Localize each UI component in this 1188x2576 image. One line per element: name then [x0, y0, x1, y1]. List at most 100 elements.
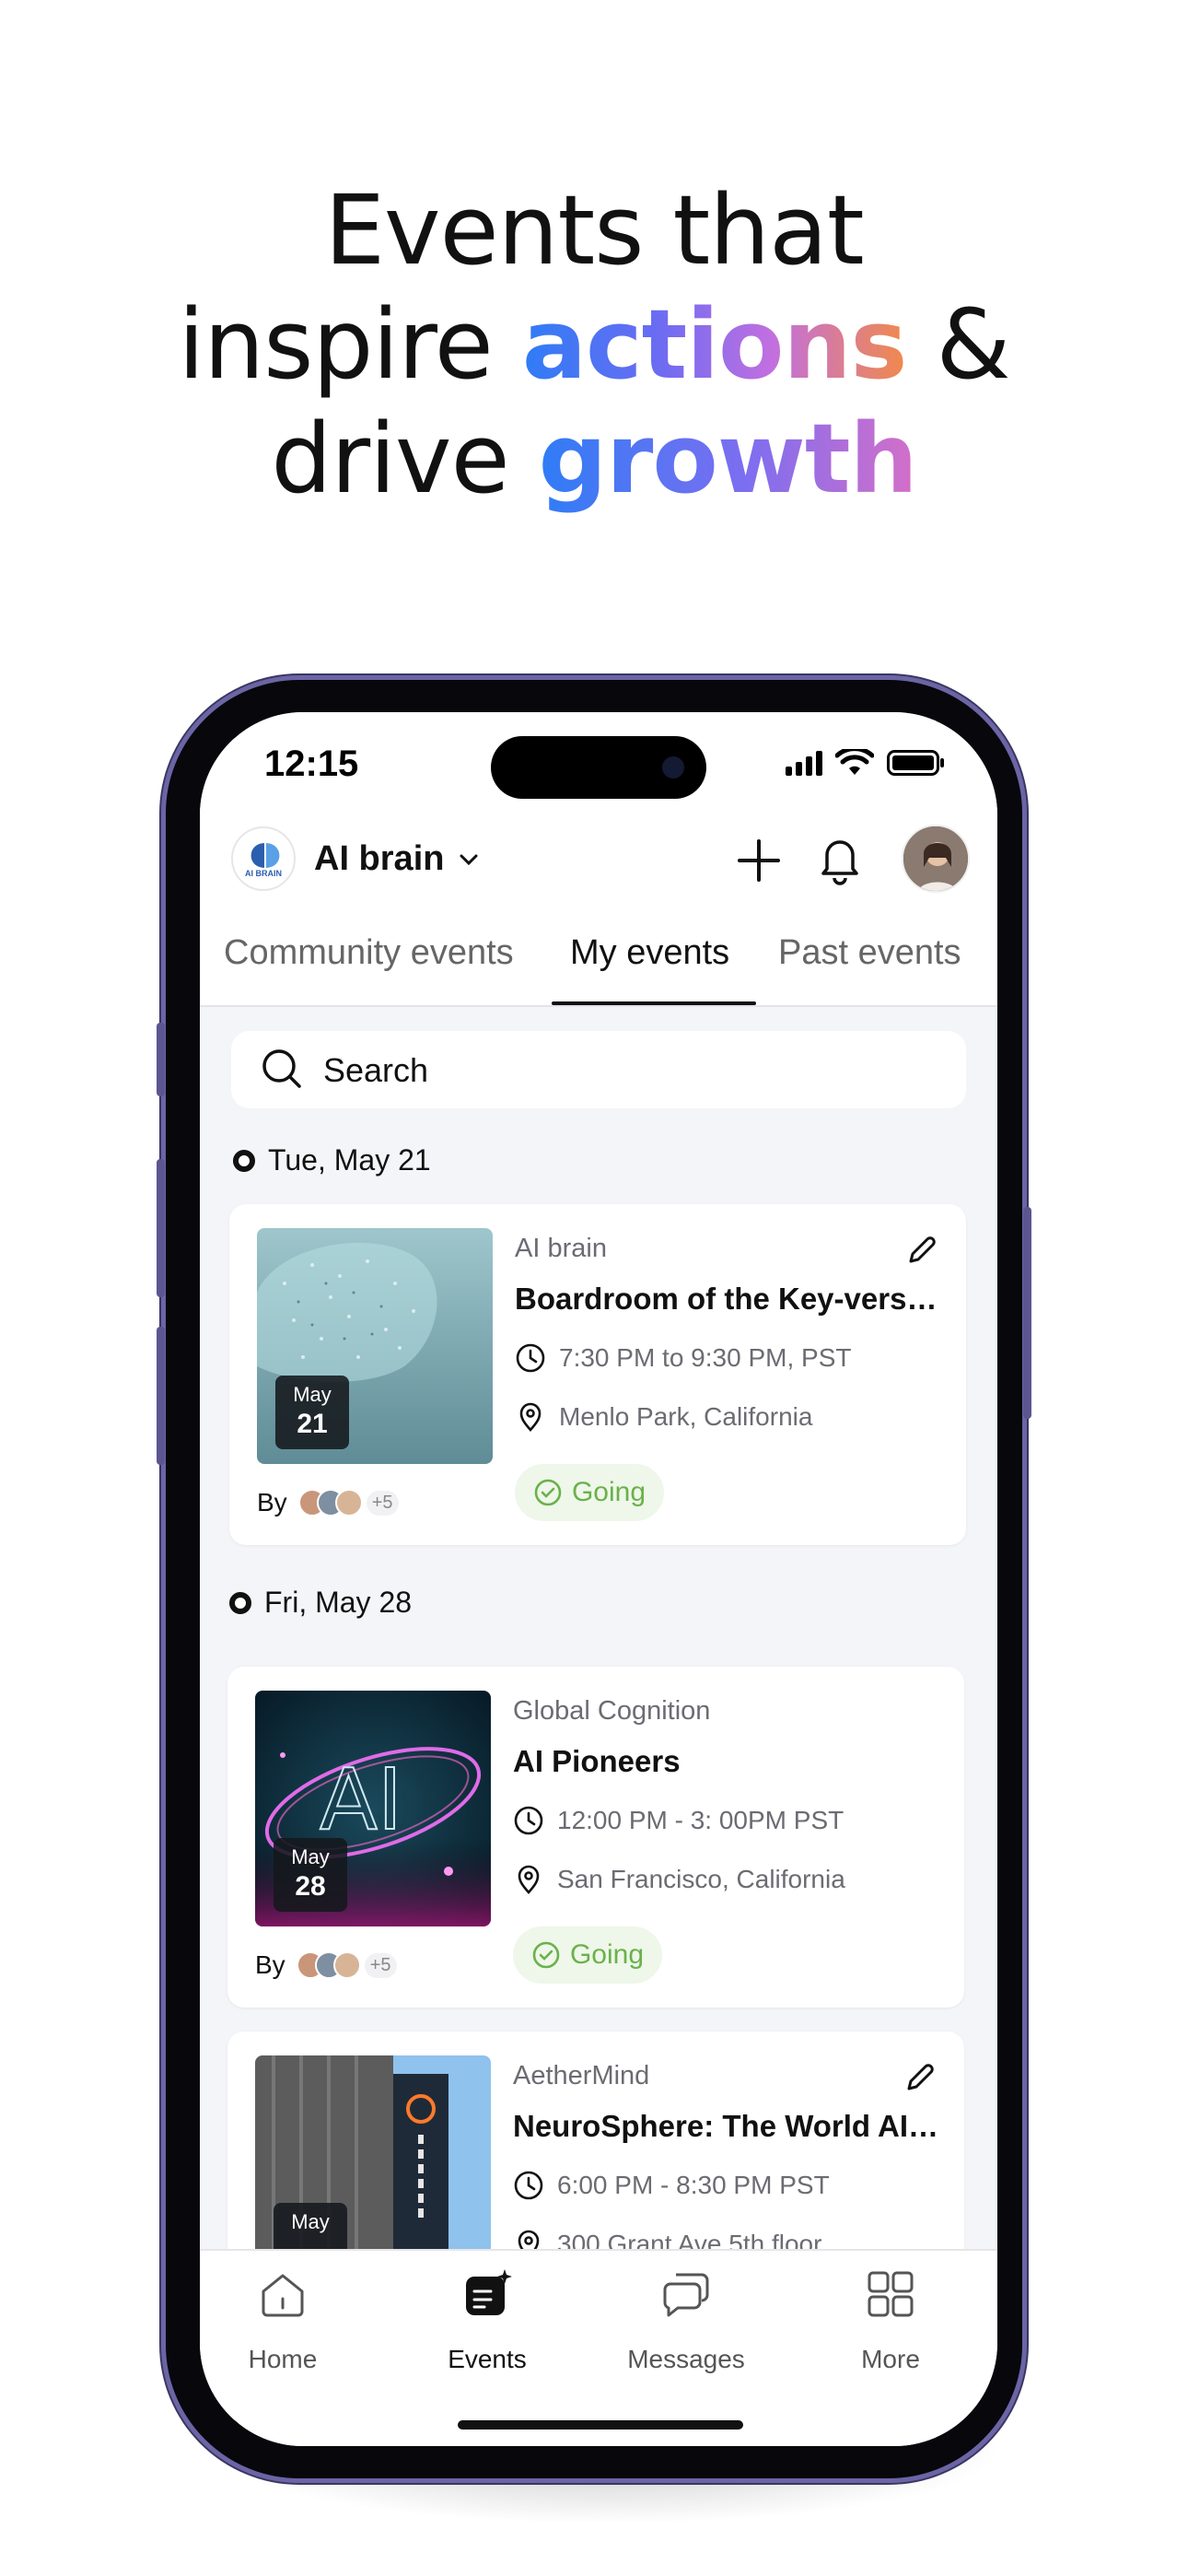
events-tabs: Community events My events Past events [200, 917, 997, 1007]
event-title[interactable]: Boardroom of the Key-verse: The Exec Sum… [515, 1282, 944, 1317]
chevron-down-icon[interactable] [456, 847, 482, 872]
check-circle-icon [532, 1941, 560, 1969]
volume-up-button [157, 1159, 165, 1297]
headline-text: & [906, 288, 1010, 401]
location-pin-icon [519, 1402, 542, 1432]
search-input[interactable]: Search [231, 1031, 966, 1108]
event-location-text: San Francisco, California [557, 1865, 845, 1893]
power-button [1023, 1207, 1031, 1419]
brain-logo-icon [250, 843, 280, 868]
svg-text:AI: AI [320, 1751, 402, 1849]
hosted-by: By +5 [255, 1950, 397, 1980]
event-time-text: 6:00 PM - 8:30 PM PST [557, 2171, 830, 2199]
avatar-image [903, 826, 968, 891]
event-time: 12:00 PM - 3: 00PM PST [513, 1805, 844, 1836]
headline-line-1: Events that [324, 174, 864, 287]
by-label: By [257, 1488, 287, 1516]
signal-icon [786, 750, 822, 776]
nav-events-label: Events [448, 2345, 527, 2373]
app-header: AI BRAIN AI brain [200, 815, 997, 917]
host-avatar [332, 1951, 361, 1979]
event-time-text: 7:30 PM to 9:30 PM, PST [559, 1343, 852, 1372]
event-card[interactable]: May 21 AI brain Boardroom of the Key-ver… [229, 1204, 966, 1545]
date-group-header: Fri, May 28 [229, 1586, 412, 1620]
date-group-label: Tue, May 21 [268, 1143, 431, 1177]
date-badge: May 21 [275, 1376, 349, 1449]
location-pin-icon [518, 1865, 540, 1894]
search-icon [262, 1049, 301, 1088]
wifi-icon [835, 749, 874, 775]
nav-messages-label: Messages [627, 2345, 745, 2373]
event-thumbnail: May 21 [257, 1228, 493, 1464]
volume-down-button [157, 1327, 165, 1465]
event-organizer: AetherMind [513, 2061, 650, 2090]
community-logo[interactable]: AI BRAIN [231, 826, 296, 891]
headline-accent-growth: growth [538, 403, 918, 515]
active-tab-indicator [552, 1001, 756, 1005]
host-avatars[interactable]: +5 [297, 1489, 399, 1516]
community-name[interactable]: AI brain [314, 839, 444, 879]
badge-day: 21 [297, 1409, 328, 1439]
status-icons [786, 749, 946, 777]
user-avatar[interactable] [902, 825, 970, 893]
check-circle-icon [534, 1479, 562, 1506]
headline-text: inspire [178, 288, 522, 401]
event-time: 7:30 PM to 9:30 PM, PST [515, 1342, 851, 1374]
edit-pencil-icon[interactable] [902, 2059, 938, 2096]
date-group-label: Fri, May 28 [264, 1586, 413, 1619]
headline-text: drive [271, 403, 539, 515]
event-organizer: Global Cognition [513, 1696, 711, 1726]
rsvp-status-text: Going [571, 1477, 646, 1507]
grid-icon [868, 2271, 914, 2317]
host-avatar [334, 1489, 363, 1516]
event-title[interactable]: AI Pioneers [513, 1744, 942, 1779]
badge-day: 28 [295, 1871, 326, 1902]
event-location-text: Menlo Park, California [559, 1402, 813, 1431]
headline: Events that inspire actions & drive grow… [0, 173, 1188, 516]
phone-screen: 12:15 AI BRAIN AI brain Community events… [200, 712, 997, 2446]
nav-home[interactable]: Home [200, 2267, 366, 2374]
events-icon [466, 2269, 512, 2315]
more-hosts-count: +5 [366, 1490, 399, 1516]
rsvp-status-badge[interactable]: Going [513, 1926, 662, 1984]
app-store-screenshot: Events that inspire actions & drive grow… [0, 0, 1188, 2576]
nav-messages[interactable]: Messages [603, 2267, 769, 2374]
clock-icon [514, 2171, 543, 2200]
headline-accent-actions: actions [521, 288, 908, 401]
tab-my-events[interactable]: My events [570, 933, 729, 973]
home-icon [262, 2274, 304, 2317]
home-indicator[interactable] [458, 2420, 743, 2430]
plus-icon[interactable] [734, 836, 784, 885]
logo-text: AI BRAIN [245, 869, 282, 878]
rsvp-status-badge[interactable]: Going [515, 1464, 664, 1521]
mute-switch [157, 1023, 165, 1096]
tab-past-events[interactable]: Past events [778, 933, 961, 973]
tab-community-events[interactable]: Community events [224, 933, 514, 973]
nav-events[interactable]: Events [404, 2267, 570, 2374]
edit-pencil-icon[interactable] [903, 1232, 940, 1269]
bottom-navigation: Home Events Messages More [200, 2249, 997, 2446]
more-hosts-count: +5 [364, 1952, 397, 1978]
bell-icon[interactable] [815, 832, 865, 885]
nav-home-label: Home [248, 2345, 318, 2373]
host-avatars[interactable]: +5 [296, 1951, 397, 1979]
timeline-dot-icon [229, 1591, 251, 1614]
rsvp-status-text: Going [569, 1939, 645, 1970]
status-bar: 12:15 [200, 712, 997, 815]
event-card[interactable]: AI May 28 Global Cognition AI Pioneers 1… [227, 1667, 964, 2008]
event-title[interactable]: NeuroSphere: The World AI Summit [513, 2109, 942, 2144]
clock-icon [516, 1343, 545, 1373]
date-badge: May 28 [274, 1838, 347, 1912]
event-time-text: 12:00 PM - 3: 00PM PST [557, 1806, 844, 1834]
event-location: Menlo Park, California [515, 1401, 812, 1433]
event-location: San Francisco, California [513, 1864, 845, 1895]
nav-more[interactable]: More [808, 2267, 973, 2374]
event-organizer: AI brain [515, 1234, 607, 1263]
dynamic-island [491, 736, 706, 799]
timeline-dot-icon [233, 1149, 255, 1172]
badge-month: May [293, 1383, 332, 1406]
status-time: 12:15 [264, 744, 359, 784]
headline-line-2: inspire actions & [0, 287, 1188, 402]
search-placeholder: Search [323, 1051, 429, 1089]
badge-month: May [291, 1845, 330, 1868]
